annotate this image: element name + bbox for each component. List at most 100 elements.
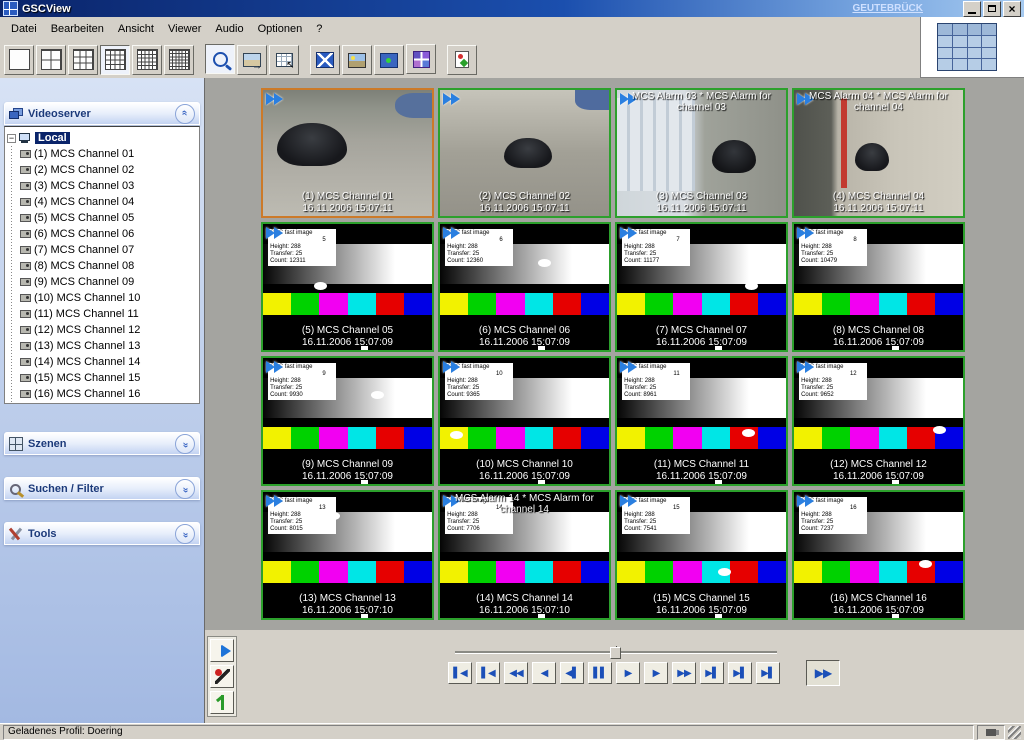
panel-tools-header[interactable]: Tools » [4, 522, 200, 545]
channel-name: (10) MCS Channel 10 [440, 459, 609, 471]
tree-channel-item[interactable]: (1) MCS Channel 01 [5, 146, 199, 162]
play-forward-slow-button[interactable]: ▶ [616, 662, 640, 684]
tree-channel-item[interactable]: (16) MCS Channel 16 [5, 386, 199, 402]
video-cell[interactable]: (9) MCS Channel 09 16.11.2006 15:07:09 G… [261, 356, 434, 486]
view-1x1-button[interactable] [4, 45, 34, 75]
camera-icon [20, 150, 31, 158]
panel-szenen-header[interactable]: Szenen » [4, 432, 200, 455]
monitor-view-button[interactable] [374, 45, 404, 75]
expand-button[interactable]: » [175, 479, 195, 499]
tree-channel-item[interactable]: (2) MCS Channel 02 [5, 162, 199, 178]
timeline-thumb[interactable] [610, 647, 621, 659]
tree-expander[interactable]: − [7, 134, 16, 143]
video-cell[interactable]: (13) MCS Channel 13 16.11.2006 15:07:10 … [261, 490, 434, 620]
tree-root-row[interactable]: − Local [5, 130, 199, 146]
maximize-button[interactable] [983, 1, 1001, 17]
collapse-button[interactable]: » [175, 104, 195, 124]
fullscreen-icon [316, 52, 334, 68]
menu-item[interactable]: Optionen [251, 20, 310, 38]
next-alarm-button[interactable]: ▶▌ [728, 662, 752, 684]
resize-grip[interactable] [1008, 726, 1021, 739]
tree-channel-item[interactable]: (12) MCS Channel 12 [5, 322, 199, 338]
view-6x6-button[interactable] [164, 45, 194, 75]
cell-caption: (8) MCS Channel 08 16.11.2006 15:07:09 [794, 325, 963, 349]
tree-channel-item[interactable]: (9) MCS Channel 09 [5, 274, 199, 290]
view-3x3-button[interactable] [68, 45, 98, 75]
picture-view-button[interactable] [342, 45, 372, 75]
pause-button[interactable]: ▌▌ [588, 662, 612, 684]
tree-channel-item[interactable]: (4) MCS Channel 04 [5, 194, 199, 210]
panel-suchen-filter-header[interactable]: Suchen / Filter » [4, 477, 200, 500]
menu-item[interactable]: Ansicht [111, 20, 161, 38]
tree-channel-item[interactable]: (11) MCS Channel 11 [5, 306, 199, 322]
step-forward-button[interactable]: ▶▌ [700, 662, 724, 684]
play-forward-button[interactable]: ▶ [644, 662, 668, 684]
monitor-green-icon [380, 53, 398, 68]
live-stream-button[interactable] [210, 639, 234, 662]
video-cell[interactable]: (6) MCS Channel 06 16.11.2006 15:07:09 G… [438, 222, 611, 352]
panel-videoserver-header[interactable]: Videoserver » [4, 102, 200, 125]
camera-select-tool-button[interactable] [269, 45, 299, 75]
tree-channel-item[interactable]: (13) MCS Channel 13 [5, 338, 199, 354]
video-cell[interactable]: (1) MCS Channel 01 16.11.2006 15:07:11 [261, 88, 434, 218]
tree-channel-item[interactable]: (3) MCS Channel 03 [5, 178, 199, 194]
play-backward-button[interactable]: ◀ [532, 662, 556, 684]
menu-item[interactable]: Viewer [161, 20, 208, 38]
live-stream-icon [620, 227, 640, 239]
video-cell[interactable]: (10) MCS Channel 10 16.11.2006 15:07:09 … [438, 356, 611, 486]
quad-view-button[interactable] [406, 44, 436, 74]
fast-rewind-button[interactable]: ◀◀ [504, 662, 528, 684]
video-cell[interactable]: MCS Alarm 03 * MCS Alarm for channel 03 … [615, 88, 788, 218]
skip-to-end-button[interactable]: ▶▌ [756, 662, 780, 684]
tree-channel-item[interactable]: (15) MCS Channel 15 [5, 370, 199, 386]
alarm-overlay-text: MCS Alarm 03 * MCS Alarm for channel 03 [619, 91, 784, 113]
tree-channel-item[interactable]: (10) MCS Channel 10 [5, 290, 199, 306]
tree-channel-item[interactable]: (5) MCS Channel 05 [5, 210, 199, 226]
tree-channel-item[interactable]: (14) MCS Channel 14 [5, 354, 199, 370]
minimize-button[interactable] [963, 1, 981, 17]
video-cell[interactable]: (5) MCS Channel 05 16.11.2006 15:07:09 G… [261, 222, 434, 352]
view-2x2-button[interactable] [36, 45, 66, 75]
tree-channel-item[interactable]: (8) MCS Channel 08 [5, 258, 199, 274]
timeline-slider[interactable] [455, 646, 777, 656]
video-cell[interactable]: MCS Alarm 14 * MCS Alarm for channel 14 … [438, 490, 611, 620]
step-backward-button[interactable]: ◀▌ [560, 662, 584, 684]
title-bar: GSCView GEUTEBRÜCK × [0, 0, 1024, 17]
image-shift-tool-button[interactable] [237, 45, 267, 75]
tree-root-local[interactable]: Local [35, 132, 70, 144]
panel-videoserver: Videoserver » − Local (1) MCS Channel 01… [4, 102, 200, 404]
fullscreen-view-button[interactable] [310, 45, 340, 75]
video-cell[interactable]: MCS Alarm 04 * MCS Alarm for channel 04 … [792, 88, 965, 218]
video-cell[interactable]: (2) MCS Channel 02 16.11.2006 15:07:11 [438, 88, 611, 218]
view-5x5-button[interactable] [132, 45, 162, 75]
brand-link[interactable]: GEUTEBRÜCK [852, 3, 923, 14]
print-button-group [447, 45, 479, 75]
zoom-tool-button[interactable] [205, 44, 235, 74]
menu-item[interactable]: Bearbeiten [44, 20, 111, 38]
fast-forward-button[interactable]: ▶▶ [672, 662, 696, 684]
view-4x4-button[interactable] [100, 45, 130, 75]
layout-preview-thumbnail[interactable] [937, 23, 997, 71]
video-cell[interactable]: (12) MCS Channel 12 16.11.2006 15:07:09 … [792, 356, 965, 486]
video-cell[interactable]: (15) MCS Channel 15 16.11.2006 15:07:09 … [615, 490, 788, 620]
menu-item[interactable]: ? [309, 20, 329, 38]
live-mode-button[interactable]: ▶▶ [806, 660, 840, 686]
video-cell[interactable]: (11) MCS Channel 11 16.11.2006 15:07:09 … [615, 356, 788, 486]
alarm-tool-button[interactable] [210, 665, 234, 688]
export-tool-button[interactable] [210, 691, 234, 714]
previous-alarm-button[interactable]: ▌◀ [476, 662, 500, 684]
menu-item[interactable]: Audio [208, 20, 250, 38]
channel-name: (3) MCS Channel 03 [617, 191, 786, 203]
expand-button[interactable]: » [175, 524, 195, 544]
tree-channel-item[interactable]: (7) MCS Channel 07 [5, 242, 199, 258]
tree-channel-item[interactable]: (6) MCS Channel 06 [5, 226, 199, 242]
skip-to-start-button[interactable]: ▌◀ [448, 662, 472, 684]
video-cell[interactable]: (8) MCS Channel 08 16.11.2006 15:07:09 G… [792, 222, 965, 352]
expand-button[interactable]: » [175, 434, 195, 454]
video-cell[interactable]: (7) MCS Channel 07 16.11.2006 15:07:09 G… [615, 222, 788, 352]
report-print-button[interactable] [447, 45, 477, 75]
close-button[interactable]: × [1003, 1, 1021, 17]
grid-cursor-icon [276, 53, 293, 67]
video-cell[interactable]: (16) MCS Channel 16 16.11.2006 15:07:09 … [792, 490, 965, 620]
menu-item[interactable]: Datei [4, 20, 44, 38]
